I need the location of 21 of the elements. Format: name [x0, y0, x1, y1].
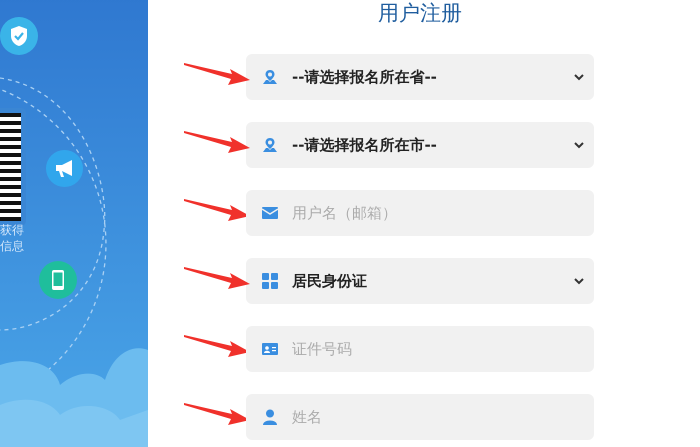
caret-icon [574, 142, 584, 148]
location-pin-icon [262, 69, 278, 85]
dropdown-field[interactable]: --请选择报名所在省-- [246, 54, 594, 100]
caret-icon [574, 278, 584, 284]
caption-text: 获得 [0, 222, 24, 238]
shield-icon [0, 17, 38, 55]
form-title: 用户注册 [377, 0, 463, 27]
grid-icon [262, 273, 278, 289]
input-field[interactable]: 用户名（邮箱） [246, 190, 594, 236]
input-field[interactable]: 姓名 [246, 394, 594, 440]
annotation-arrow [184, 264, 250, 290]
annotation-arrow [184, 60, 250, 86]
dropdown-field[interactable]: 居民身份证 [246, 258, 594, 304]
input-field[interactable]: 证件号码 [246, 326, 594, 372]
caret-icon [574, 74, 584, 80]
dropdown-field[interactable]: --请选择报名所在市-- [246, 122, 594, 168]
phone-icon [39, 261, 77, 299]
megaphone-icon [46, 150, 83, 187]
caption-text: 信息 [0, 238, 24, 254]
annotation-arrow [184, 128, 250, 154]
location-pin-icon [262, 137, 278, 153]
